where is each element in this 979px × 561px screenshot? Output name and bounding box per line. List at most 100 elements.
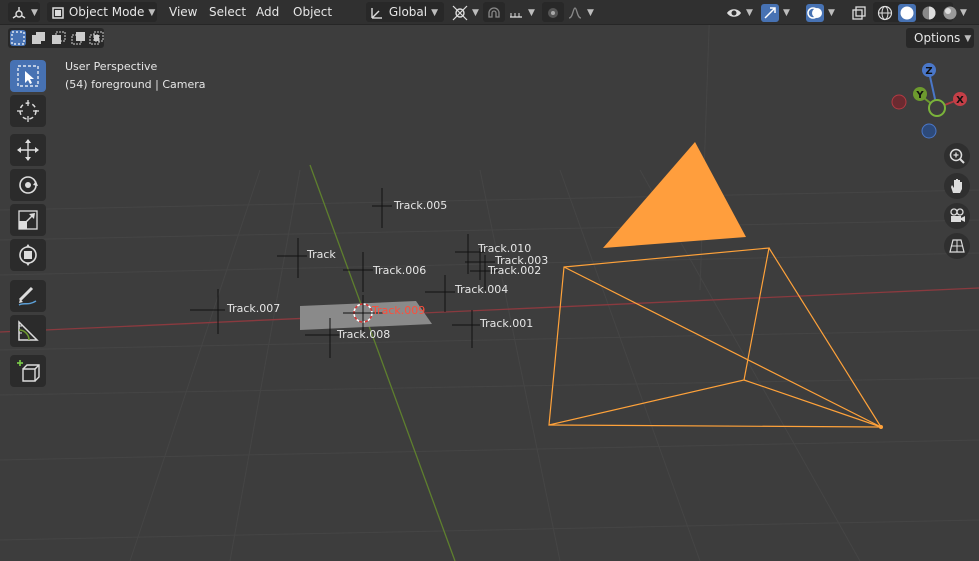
pan-button[interactable]: [944, 173, 970, 199]
chevron-down-icon: ▼: [746, 8, 753, 18]
orientation-icon: [371, 7, 382, 19]
menu-view[interactable]: View: [164, 2, 202, 22]
mode-dropdown[interactable]: Object Mode ▼: [47, 2, 157, 22]
select-extend-icon: [32, 32, 45, 44]
mode-label: Object Mode: [68, 5, 145, 19]
gizmo-y-label: Y: [915, 90, 924, 101]
chevron-down-icon: ▼: [964, 34, 972, 44]
solid-shading-icon: [900, 6, 914, 19]
select-mode-set-button[interactable]: [10, 30, 26, 46]
track-label[interactable]: Track.007: [227, 302, 280, 315]
select-mode-intersect-button[interactable]: [88, 30, 104, 46]
pivot-icon: [452, 5, 468, 20]
gizmo-toggle[interactable]: [761, 3, 779, 22]
move-icon: [17, 139, 39, 161]
shading-options-dropdown[interactable]: ▼: [956, 2, 972, 22]
track-label[interactable]: Track.001: [480, 317, 533, 330]
tool-scale[interactable]: [10, 204, 46, 236]
active-object-label: (54) foreground | Camera: [65, 78, 206, 91]
overlays-toggle[interactable]: [806, 3, 824, 22]
tool-add-cube[interactable]: [10, 355, 46, 387]
chevron-down-icon: ▼: [431, 8, 439, 18]
snap-target-dropdown[interactable]: ▼: [506, 2, 536, 22]
xray-toggle[interactable]: [850, 2, 868, 22]
camera-icon: [950, 208, 965, 222]
zoom-icon: [949, 148, 965, 164]
wireframe-shading-icon[interactable]: [876, 4, 894, 22]
navigation-gizmo[interactable]: Z Y X: [885, 58, 975, 148]
tool-transform[interactable]: [10, 239, 46, 271]
measure-ruler-icon: [18, 320, 39, 341]
select-mode-extend-button[interactable]: [30, 30, 46, 46]
chevron-down-icon: ▼: [31, 8, 38, 18]
proportional-edit-icon: [548, 7, 558, 18]
selection-mode-group: [8, 28, 104, 48]
solid-shading-toggle[interactable]: [897, 3, 916, 22]
gizmo-x-label: X: [956, 95, 964, 106]
options-dropdown[interactable]: Options ▼: [906, 28, 974, 48]
proportional-edit-toggle[interactable]: [542, 2, 564, 22]
chevron-down-icon: ▼: [587, 8, 594, 18]
track-label[interactable]: Track.002: [488, 264, 541, 277]
track-label[interactable]: Track.006: [373, 264, 426, 277]
chevron-down-icon: ▼: [828, 8, 835, 18]
transform-orientation-dropdown[interactable]: Global ▼: [366, 2, 444, 22]
select-mode-invert-button[interactable]: [70, 30, 86, 46]
chevron-down-icon: ▼: [528, 8, 535, 18]
menu-object[interactable]: Object: [288, 2, 337, 22]
gizmo-dropdown[interactable]: ▼: [760, 2, 798, 22]
overlays-dropdown[interactable]: ▼: [806, 2, 846, 22]
editor-type-dropdown[interactable]: ▼: [8, 2, 40, 22]
snap-toggle[interactable]: [483, 2, 505, 22]
hand-icon: [951, 179, 962, 193]
grid-perspective-icon: [949, 239, 965, 253]
rotate-icon: [19, 176, 38, 194]
select-box-set-icon: [11, 31, 25, 45]
zoom-button[interactable]: [944, 143, 970, 169]
tool-rotate[interactable]: [10, 169, 46, 201]
shading-mode-group: [873, 2, 957, 22]
tool-annotate[interactable]: [10, 280, 46, 312]
magnet-icon: [488, 6, 500, 18]
3d-viewport[interactable]: User Perspective (54) foreground | Camer…: [0, 0, 979, 561]
options-label: Options: [914, 31, 961, 45]
annotate-pencil-icon: [18, 286, 37, 306]
orientation-label: Global: [388, 5, 428, 19]
perspective-toggle-button[interactable]: [944, 233, 970, 259]
select-mode-subtract-button[interactable]: [50, 30, 66, 46]
track-label[interactable]: Track: [307, 248, 336, 261]
select-invert-icon: [71, 32, 85, 45]
chevron-down-icon: ▼: [472, 8, 479, 18]
add-cube-icon: [17, 360, 40, 382]
falloff-curve-icon: [568, 6, 582, 19]
perspective-label: User Perspective: [65, 60, 158, 73]
chevron-down-icon: ▼: [960, 8, 967, 18]
menu-select[interactable]: Select: [204, 2, 251, 22]
track-label[interactable]: Track.004: [455, 283, 508, 296]
snap-increment-icon: [510, 12, 522, 18]
menu-add[interactable]: Add: [251, 2, 284, 22]
falloff-dropdown[interactable]: ▼: [565, 2, 595, 22]
xray-icon: [852, 5, 866, 20]
track-label[interactable]: Track.008: [337, 328, 390, 341]
select-intersect-icon: [89, 31, 104, 45]
3d-viewport-icon: [12, 6, 26, 19]
material-shading-icon[interactable]: [920, 4, 938, 22]
tool-move[interactable]: [10, 134, 46, 166]
gizmo-icon: [764, 6, 776, 19]
cursor-icon: [17, 100, 39, 122]
scale-icon: [18, 210, 38, 230]
camera-view-button[interactable]: [944, 203, 970, 229]
tool-select-box[interactable]: [10, 60, 46, 92]
track-label-selected[interactable]: Track.009: [372, 304, 425, 317]
chevron-down-icon: ▼: [148, 8, 156, 18]
gizmo-z-label: Z: [925, 66, 932, 77]
tool-measure[interactable]: [10, 315, 46, 347]
chevron-down-icon: ▼: [783, 8, 790, 18]
visibility-dropdown[interactable]: ▼: [724, 2, 756, 22]
tool-cursor[interactable]: [10, 95, 46, 127]
track-label[interactable]: Track.005: [394, 199, 447, 212]
transform-icon: [19, 244, 37, 266]
object-mode-icon: [52, 6, 64, 19]
pivot-point-dropdown[interactable]: ▼: [450, 2, 480, 22]
